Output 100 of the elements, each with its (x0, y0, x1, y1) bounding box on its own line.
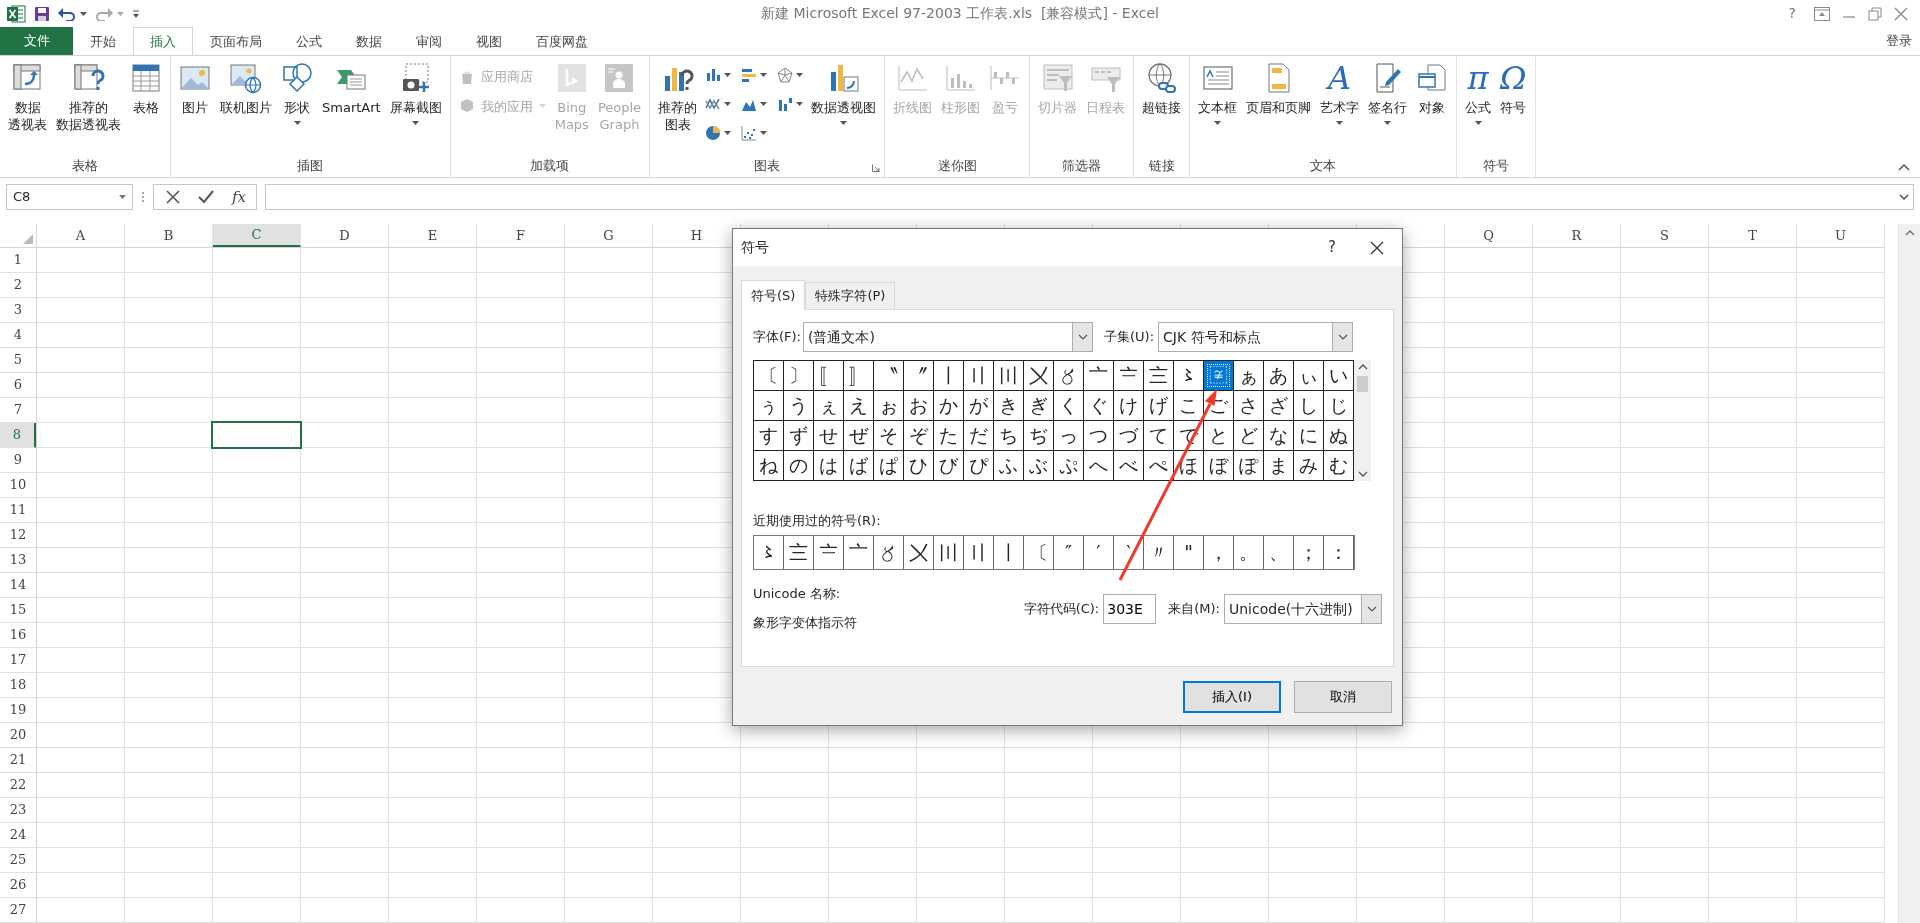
row-header[interactable]: 24 (0, 823, 36, 848)
recent-symbol-cell[interactable]: ″ (1054, 535, 1083, 569)
ribbon-tab[interactable]: 页面布局 (193, 27, 279, 55)
recent-symbol-cell[interactable]: 〢 (964, 535, 993, 569)
ribbon-button[interactable]: 形状 (277, 58, 317, 129)
source-dropdown[interactable]: Unicode(十六进制) (1224, 594, 1382, 624)
insert-function-button[interactable]: fx (232, 185, 246, 209)
dialog-tab[interactable]: 特殊字符(P) (805, 282, 896, 309)
symbol-cell[interactable]: 〚 (814, 361, 843, 390)
symbol-cell[interactable]: 〾 (1204, 361, 1233, 390)
help-button[interactable]: ? (1782, 3, 1802, 24)
symbol-cell[interactable]: ち (994, 421, 1023, 450)
symbol-cell[interactable]: ぼ (1204, 451, 1233, 480)
symbol-cell[interactable]: あ (1264, 361, 1293, 390)
column-header[interactable]: D (301, 224, 389, 247)
row-header[interactable]: 1 (0, 248, 36, 273)
row-header[interactable]: 10 (0, 473, 36, 498)
row-header[interactable]: 2 (0, 273, 36, 298)
symbol-cell[interactable]: 〛 (844, 361, 873, 390)
symbol-cell[interactable]: ぢ (1024, 421, 1053, 450)
symbol-cell[interactable]: す (754, 421, 783, 450)
symbol-cell[interactable]: ば (844, 451, 873, 480)
symbol-cell[interactable]: が (964, 391, 993, 420)
recent-symbol-cell[interactable]: 〣 (934, 535, 963, 569)
symbol-cell[interactable]: ぐ (1084, 391, 1113, 420)
help-button[interactable]: ? (1308, 236, 1356, 259)
column-header[interactable]: U (1797, 224, 1885, 247)
symbol-cell[interactable]: き (994, 391, 1023, 420)
symbol-cell[interactable]: 〤 (1024, 361, 1053, 390)
symbol-cell[interactable]: に (1294, 421, 1323, 450)
recent-symbol-cell[interactable]: 〧 (814, 535, 843, 569)
symbol-cell[interactable]: そ (874, 421, 903, 450)
column-header[interactable]: Q (1445, 224, 1533, 247)
ribbon-tab[interactable]: 数据 (339, 27, 399, 55)
symbol-cell[interactable]: 〡 (934, 361, 963, 390)
recent-symbol-cell[interactable]: 〃 (1144, 535, 1173, 569)
symbol-cell[interactable]: ぶ (1024, 451, 1053, 480)
symbol-cell[interactable]: 〦 (1084, 361, 1113, 390)
recent-symbol-cell[interactable]: 〻 (754, 535, 783, 569)
row-header[interactable]: 27 (0, 898, 36, 923)
symbol-cell[interactable]: さ (1234, 391, 1263, 420)
symbol-cell[interactable]: の (784, 451, 813, 480)
ribbon-button[interactable]: 签名行 (1364, 58, 1412, 129)
symbol-cell[interactable]: ふ (994, 451, 1023, 480)
row-header[interactable]: 12 (0, 523, 36, 548)
symbol-cell[interactable]: か (934, 391, 963, 420)
expand-icon[interactable] (1899, 194, 1909, 200)
column-header[interactable]: T (1709, 224, 1797, 247)
symbol-cell[interactable]: お (904, 391, 933, 420)
formula-input[interactable] (265, 184, 1914, 210)
dialog-tab[interactable]: 符号(S) (741, 280, 806, 310)
close-icon[interactable] (1370, 241, 1384, 256)
row-header[interactable]: 26 (0, 873, 36, 898)
recent-symbol-cell[interactable]: 〡 (994, 535, 1023, 569)
ribbon-button[interactable]: 表格 (126, 58, 166, 121)
recent-symbol-cell[interactable]: ： (1324, 535, 1353, 569)
ribbon-button[interactable]: SmartArt (318, 58, 385, 121)
ribbon-button[interactable]: 屏幕截图 (385, 58, 446, 129)
symbol-cell[interactable]: 〝 (874, 361, 903, 390)
recent-symbol-cell[interactable]: ‵ (1114, 535, 1143, 569)
ribbon-button[interactable]: 联机图片 (216, 58, 276, 121)
ribbon-button[interactable]: 页眉和页脚 (1242, 58, 1316, 121)
symbol-cell[interactable]: と (1204, 421, 1233, 450)
column-header[interactable]: C (213, 224, 301, 247)
chevron-up-icon[interactable] (1904, 230, 1915, 236)
column-header[interactable]: S (1621, 224, 1709, 247)
column-header[interactable]: G (565, 224, 653, 247)
row-header[interactable]: 13 (0, 548, 36, 573)
ribbon-button[interactable]: A 艺术字 (1316, 58, 1364, 129)
symbol-cell[interactable]: 〧 (1114, 361, 1143, 390)
symbol-cell[interactable]: ぱ (874, 451, 903, 480)
column-header[interactable]: E (389, 224, 477, 247)
dialog-button[interactable]: 插入(I) (1183, 681, 1281, 713)
symbol-cell[interactable]: ぬ (1324, 421, 1353, 450)
ribbon-button[interactable]: 数据透视图 (807, 58, 881, 129)
symbol-cell[interactable]: へ (1084, 451, 1113, 480)
scrollbar[interactable] (1354, 360, 1371, 481)
recent-symbol-cell[interactable]: 〔 (1024, 535, 1053, 569)
symbol-cell[interactable]: て (1144, 421, 1173, 450)
row-header[interactable]: 5 (0, 348, 36, 373)
symbol-cell[interactable]: ね (754, 451, 783, 480)
symbol-cell[interactable]: ぜ (844, 421, 873, 450)
recent-symbol-cell[interactable]: 〥 (874, 535, 903, 569)
row-header[interactable]: 19 (0, 698, 36, 723)
recent-symbol-cell[interactable]: 、 (1264, 535, 1293, 569)
row-header[interactable]: 4 (0, 323, 36, 348)
chevron-up-icon[interactable] (1357, 364, 1368, 370)
symbol-cell[interactable]: ぎ (1024, 391, 1053, 420)
ribbon-button[interactable]: 推荐的 数据透视表 (52, 58, 125, 138)
symbol-cell[interactable]: 〥 (1054, 361, 1083, 390)
symbol-cell[interactable]: つ (1084, 421, 1113, 450)
ribbon-button[interactable]: 超链接 (1138, 58, 1186, 121)
symbol-cell[interactable]: ぁ (1234, 361, 1263, 390)
dialog-launcher-icon[interactable] (872, 164, 881, 172)
recent-symbol-cell[interactable]: ′ (1084, 535, 1113, 569)
row-header[interactable]: 22 (0, 773, 36, 798)
ribbon-tab[interactable]: 开始 (73, 27, 133, 55)
recent-symbol-cell[interactable]: 〤 (904, 535, 933, 569)
symbol-cell[interactable]: ま (1264, 451, 1293, 480)
symbol-cell[interactable]: む (1324, 451, 1353, 480)
